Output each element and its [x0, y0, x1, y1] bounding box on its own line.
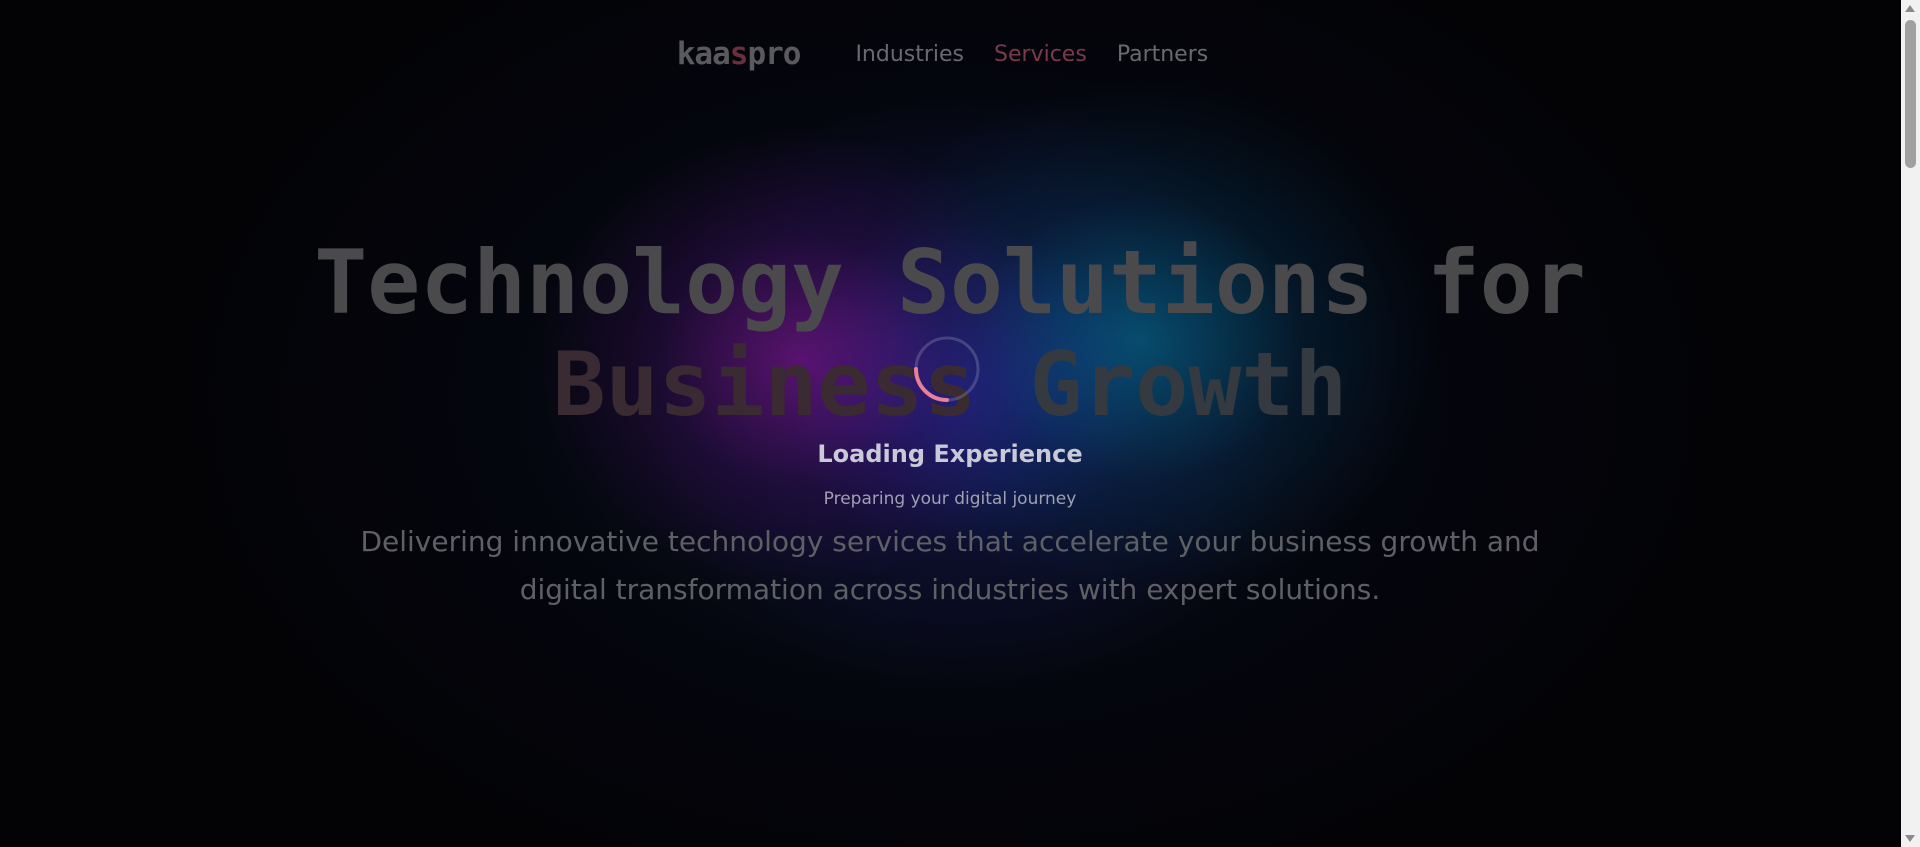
hero-title-line1: Technology Solutions for	[314, 231, 1586, 334]
logo-suffix: pro	[747, 36, 801, 72]
scrollbar-thumb[interactable]	[1905, 20, 1916, 168]
nav-link-services[interactable]: Services	[994, 42, 1087, 67]
hero-description-line1: Delivering innovative technology service…	[360, 525, 1540, 558]
loading-spinner-icon	[914, 336, 980, 402]
scroll-up-arrow-icon[interactable]	[1905, 5, 1915, 12]
hero-title-growth: Growth	[1029, 333, 1348, 436]
page: kaaspro Industries Services Partners Tec…	[0, 0, 1920, 847]
logo[interactable]: kaaspro	[676, 36, 802, 72]
nav-link-partners[interactable]: Partners	[1117, 42, 1208, 67]
loading-title: Loading Experience	[817, 440, 1083, 468]
logo-accent: s	[729, 36, 749, 72]
loading-subtitle: Preparing your digital journey	[823, 489, 1077, 509]
logo-prefix: kaa	[676, 36, 731, 72]
hero-description-line2: digital transformation across industries…	[519, 573, 1381, 606]
vertical-scrollbar[interactable]	[1901, 0, 1920, 847]
scroll-down-arrow-icon[interactable]	[1905, 835, 1915, 842]
hero-description: Delivering innovative technology service…	[0, 518, 1900, 614]
nav-link-industries[interactable]: Industries	[855, 42, 964, 67]
top-navigation: kaaspro Industries Services Partners	[0, 36, 1900, 72]
